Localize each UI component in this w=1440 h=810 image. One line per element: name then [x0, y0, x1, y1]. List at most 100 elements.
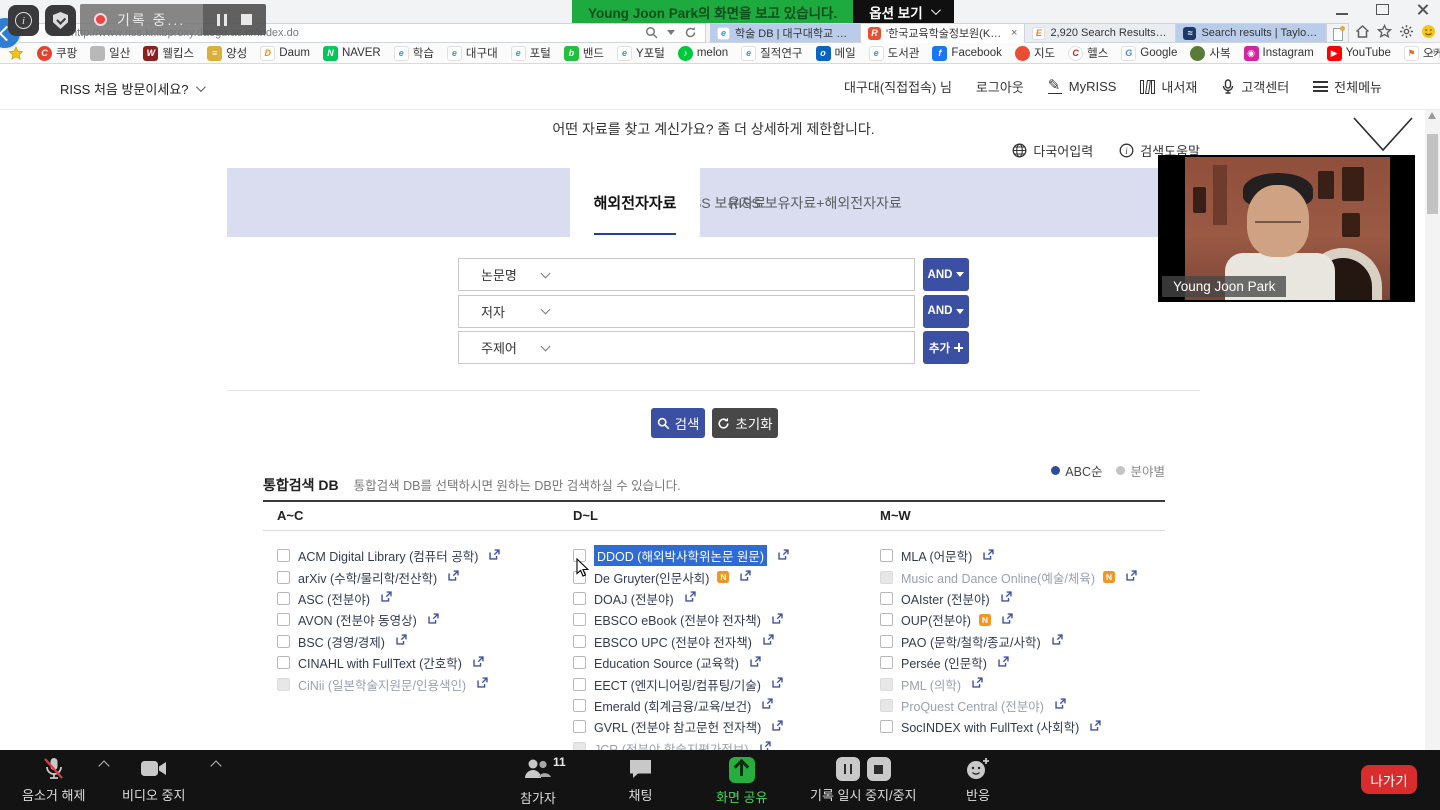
external-link-icon[interactable]	[761, 697, 774, 713]
bookmark-item[interactable]: e포털	[511, 45, 551, 61]
hide-video-chevron[interactable]	[1352, 114, 1414, 154]
window-maximize-button[interactable]	[1372, 2, 1394, 18]
db-checkbox[interactable]	[880, 613, 893, 626]
favorites-star-icon[interactable]	[1377, 24, 1392, 39]
external-link-icon[interactable]	[997, 655, 1010, 671]
unmute-button[interactable]: 음소거 해제	[22, 757, 85, 804]
bookmark-item[interactable]: ▶YouTube	[1327, 46, 1391, 61]
external-link-icon[interactable]	[1000, 590, 1013, 606]
record-pause-stop-button[interactable]: 기록 일시 중지/중지	[810, 757, 917, 804]
bookmark-item[interactable]: ≡양성	[207, 45, 247, 61]
bookmark-item[interactable]: e질적연구	[741, 45, 802, 61]
bookmark-item[interactable]: W웰킵스	[143, 45, 194, 61]
operator-button[interactable]: AND	[923, 258, 969, 291]
bookmark-item[interactable]: 일산	[90, 45, 130, 61]
external-link-icon[interactable]	[739, 569, 752, 585]
db-checkbox[interactable]	[277, 613, 290, 626]
external-link-icon[interactable]	[488, 548, 501, 564]
logout-link[interactable]: 로그아웃	[976, 77, 1024, 96]
first-visit-toggle[interactable]: RISS 처음 방문이세요?	[60, 79, 203, 98]
address-dropdown-icon[interactable]	[667, 30, 675, 35]
bookmark-item[interactable]: GGoogle	[1121, 46, 1177, 61]
stop-recording-icon[interactable]	[241, 14, 252, 25]
bookmark-item[interactable]: e도서관	[869, 45, 920, 61]
external-link-icon[interactable]	[395, 633, 408, 649]
browser-tab[interactable]: R'한국교육학술정보원(KERIS...×	[861, 23, 1025, 43]
home-icon[interactable]	[1355, 24, 1370, 39]
bookmark-item[interactable]: C쿠팡	[37, 45, 77, 61]
db-checkbox[interactable]	[573, 656, 586, 669]
db-checkbox[interactable]	[573, 613, 586, 626]
add-field-button[interactable]: 추가	[923, 331, 969, 364]
field-type-select[interactable]: 논문명	[481, 265, 536, 284]
browser-tab[interactable]: E2,920 Search Results - Keywo...	[1025, 23, 1176, 43]
stop-recording-icon[interactable]	[867, 757, 891, 781]
window-minimize-button[interactable]	[1332, 2, 1354, 18]
refresh-icon[interactable]	[684, 26, 697, 39]
bookmark-item[interactable]: DDaum	[260, 46, 310, 61]
db-checkbox[interactable]	[880, 635, 893, 648]
bookmark-item[interactable]: e대구대	[447, 45, 498, 61]
external-link-icon[interactable]	[472, 655, 485, 671]
external-link-icon[interactable]	[684, 590, 697, 606]
external-link-icon[interactable]	[1054, 697, 1067, 713]
external-link-icon[interactable]	[447, 569, 460, 585]
db-checkbox[interactable]	[880, 720, 893, 733]
db-checkbox[interactable]	[573, 635, 586, 648]
db-sort-radio[interactable]: 분야별	[1116, 461, 1165, 480]
feedback-smiley-icon[interactable]	[1421, 24, 1436, 39]
external-link-icon[interactable]	[771, 676, 784, 692]
scrollbar-up-arrow[interactable]	[1428, 112, 1436, 119]
bookmark-item[interactable]: 사복	[1190, 45, 1230, 61]
bookmarks-overflow-icon[interactable]: »	[1430, 46, 1436, 58]
scope-tab[interactable]: RISS 보유자료+해외전자자료	[700, 168, 930, 237]
pause-recording-icon[interactable]	[836, 757, 860, 781]
search-input[interactable]: 저자	[458, 295, 915, 328]
external-link-icon[interactable]	[771, 719, 784, 735]
all-menu-link[interactable]: 전체메뉴	[1313, 77, 1382, 96]
external-link-icon[interactable]	[476, 676, 489, 692]
reactions-button[interactable]: 반응	[965, 757, 991, 804]
db-checkbox[interactable]	[573, 678, 586, 691]
external-link-icon[interactable]	[749, 655, 762, 671]
support-link[interactable]: 고객센터	[1221, 77, 1289, 96]
browser-tab[interactable]: ≈Search results | Taylor & Fran...	[1176, 23, 1327, 43]
multilang-input-button[interactable]: 다국어입력	[1012, 141, 1093, 160]
participants-button[interactable]: 11 참가자	[520, 757, 556, 807]
bookmark-item[interactable]: C헬스	[1068, 45, 1108, 61]
external-link-icon[interactable]	[771, 612, 784, 628]
external-link-icon[interactable]	[982, 548, 995, 564]
db-checkbox[interactable]	[573, 720, 586, 733]
search-input[interactable]: 주제어	[458, 331, 915, 364]
my-library-link[interactable]: 내서재	[1140, 77, 1197, 96]
external-link-icon[interactable]	[971, 676, 984, 692]
share-screen-button[interactable]: 화면 공유	[716, 757, 767, 806]
view-options-button[interactable]: 옵션 보기	[853, 0, 953, 23]
field-type-select[interactable]: 저자	[481, 302, 536, 321]
new-tab-button[interactable]	[1327, 23, 1349, 43]
db-checkbox[interactable]	[277, 592, 290, 605]
external-link-icon[interactable]	[1001, 612, 1014, 628]
field-type-select[interactable]: 주제어	[481, 338, 536, 357]
db-checkbox[interactable]	[880, 699, 893, 712]
chat-button[interactable]: 채팅	[628, 757, 653, 804]
zoom-info-widget[interactable]: i	[8, 5, 39, 36]
external-link-icon[interactable]	[1051, 633, 1064, 649]
page-scrollbar[interactable]	[1425, 110, 1440, 750]
external-link-icon[interactable]	[1125, 569, 1138, 585]
db-checkbox[interactable]	[277, 678, 290, 691]
scrollbar-thumb[interactable]	[1427, 134, 1438, 214]
search-button[interactable]: 검색	[651, 408, 705, 438]
db-checkbox[interactable]	[880, 549, 893, 562]
webcam-overlay[interactable]: Young Joon Park	[1158, 155, 1415, 302]
myriss-link[interactable]: MyRISS	[1048, 79, 1117, 94]
external-link-icon[interactable]	[1089, 719, 1102, 735]
db-checkbox[interactable]	[880, 592, 893, 605]
db-sort-radio[interactable]: ABC순	[1051, 461, 1102, 480]
bookmark-item[interactable]: 지도	[1015, 45, 1055, 61]
external-link-icon[interactable]	[380, 590, 393, 606]
external-link-icon[interactable]	[762, 633, 775, 649]
bookmark-item[interactable]: ◉Instagram	[1244, 46, 1314, 61]
db-checkbox[interactable]	[880, 678, 893, 691]
settings-gear-icon[interactable]	[1399, 24, 1414, 39]
